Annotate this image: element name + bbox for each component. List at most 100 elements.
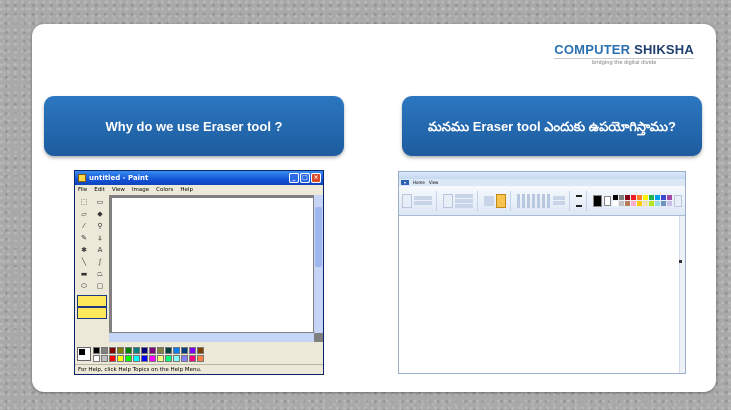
edit-colors-icon[interactable] [674, 194, 682, 207]
color-swatch[interactable] [173, 354, 180, 362]
color-swatch[interactable] [637, 201, 642, 206]
tool-option-box-2[interactable] [77, 307, 107, 319]
color-swatch[interactable] [655, 201, 660, 206]
menu-view[interactable]: View [112, 187, 125, 193]
win7-vertical-scrollbar[interactable] [679, 216, 685, 373]
color-swatch[interactable] [181, 346, 188, 354]
text-icon[interactable]: Α [93, 245, 107, 256]
color-swatch[interactable] [117, 346, 124, 354]
fill-icon[interactable]: ◆ [93, 209, 107, 220]
color-swatch[interactable] [93, 354, 100, 362]
xp-status-bar: For Help, click Help Topics on the Help … [75, 364, 323, 374]
canvas-resize-handle[interactable] [679, 260, 682, 263]
color-swatch[interactable] [613, 201, 618, 206]
curve-icon[interactable]: ∫ [93, 257, 107, 268]
color-swatch[interactable] [197, 346, 204, 354]
color-swatch[interactable] [157, 346, 164, 354]
color-swatch[interactable] [667, 201, 672, 206]
rect-select-icon[interactable]: ▭ [93, 197, 107, 208]
color-swatch[interactable] [643, 195, 648, 200]
color-swatch[interactable] [631, 195, 636, 200]
vertical-scrollbar[interactable] [314, 195, 323, 333]
color-swatch[interactable] [125, 354, 132, 362]
logo-word-computer: COMPUTER [554, 42, 631, 57]
pick-color-icon[interactable]: ⁄ [77, 221, 91, 232]
horizontal-scrollbar[interactable] [109, 333, 314, 342]
maximize-icon[interactable]: □ [300, 173, 310, 183]
color-swatch[interactable] [661, 201, 666, 206]
xp-drawing-canvas[interactable] [112, 198, 313, 332]
color-swatch[interactable] [637, 195, 642, 200]
color-swatch[interactable] [149, 354, 156, 362]
minimize-icon[interactable]: _ [289, 173, 299, 183]
xp-window-title: untitled - Paint [89, 174, 149, 182]
color-swatch[interactable] [93, 346, 100, 354]
color-swatch[interactable] [643, 201, 648, 206]
color-swatch[interactable] [133, 346, 140, 354]
color-swatch[interactable] [631, 201, 636, 206]
color-swatch[interactable] [197, 354, 204, 362]
logo-tagline: bridging the digital divide [554, 58, 694, 66]
tab-file-menu[interactable]: ▾ [401, 180, 410, 185]
color-swatch[interactable] [101, 346, 108, 354]
color-swatch[interactable] [165, 354, 172, 362]
ellipse-icon[interactable]: ⬭ [77, 281, 91, 292]
line-icon[interactable]: ╲ [77, 257, 91, 268]
color-swatch[interactable] [133, 354, 140, 362]
rectangle-icon[interactable]: ▬ [77, 269, 91, 280]
pencil-icon[interactable]: ✎ [77, 233, 91, 244]
color-swatch[interactable] [655, 195, 660, 200]
color1-swatch[interactable] [593, 194, 602, 207]
color-swatch[interactable] [619, 201, 624, 206]
paste-icon[interactable] [402, 193, 412, 208]
color-swatch[interactable] [141, 354, 148, 362]
pencil-icon[interactable] [484, 195, 494, 206]
color-swatch[interactable] [109, 346, 116, 354]
color-swatch[interactable] [101, 354, 108, 362]
color-swatch[interactable] [649, 201, 654, 206]
color-swatch[interactable] [141, 346, 148, 354]
menu-image[interactable]: Image [132, 187, 149, 193]
color-swatch[interactable] [189, 346, 196, 354]
color-swatch[interactable] [625, 201, 630, 206]
paint-app-icon [78, 174, 86, 182]
image-group [443, 190, 478, 211]
color-swatch[interactable] [117, 354, 124, 362]
menu-help[interactable]: Help [180, 187, 193, 193]
eraser-icon[interactable]: ▱ [77, 209, 91, 220]
shapes-gallery[interactable] [517, 193, 551, 208]
color-swatch[interactable] [613, 195, 618, 200]
color-swatch[interactable] [625, 195, 630, 200]
tool-option-box[interactable] [77, 295, 107, 307]
color-swatch[interactable] [661, 195, 666, 200]
brushes-icon[interactable] [496, 193, 506, 208]
polygon-icon[interactable]: ⏢ [93, 269, 107, 280]
tab-home[interactable]: Home [413, 180, 425, 185]
airbrush-icon[interactable]: ✱ [77, 245, 91, 256]
magnifier-icon[interactable]: ⚲ [93, 221, 107, 232]
color-swatch[interactable] [181, 354, 188, 362]
menu-colors[interactable]: Colors [156, 187, 173, 193]
color-swatch[interactable] [165, 346, 172, 354]
color-swatch[interactable] [667, 195, 672, 200]
menu-edit[interactable]: Edit [94, 187, 105, 193]
color2-swatch[interactable] [604, 195, 611, 206]
size-icon[interactable] [576, 194, 582, 207]
close-icon[interactable]: × [311, 173, 321, 183]
color-swatch[interactable] [619, 195, 624, 200]
tab-view[interactable]: View [429, 180, 439, 185]
color-swatch[interactable] [173, 346, 180, 354]
color-swatch[interactable] [149, 346, 156, 354]
brush-icon[interactable]: ⍋ [93, 233, 107, 244]
color-swatch[interactable] [157, 354, 164, 362]
rounded-rect-icon[interactable]: ▢ [93, 281, 107, 292]
menu-file[interactable]: File [78, 187, 87, 193]
color-swatch[interactable] [189, 354, 196, 362]
color-swatch[interactable] [125, 346, 132, 354]
select-icon[interactable] [443, 193, 453, 208]
color-swatch[interactable] [649, 195, 654, 200]
color-swatch[interactable] [109, 354, 116, 362]
size-group [576, 190, 587, 211]
win7-drawing-canvas[interactable] [399, 216, 685, 373]
free-select-icon[interactable]: ⬚ [77, 197, 91, 208]
